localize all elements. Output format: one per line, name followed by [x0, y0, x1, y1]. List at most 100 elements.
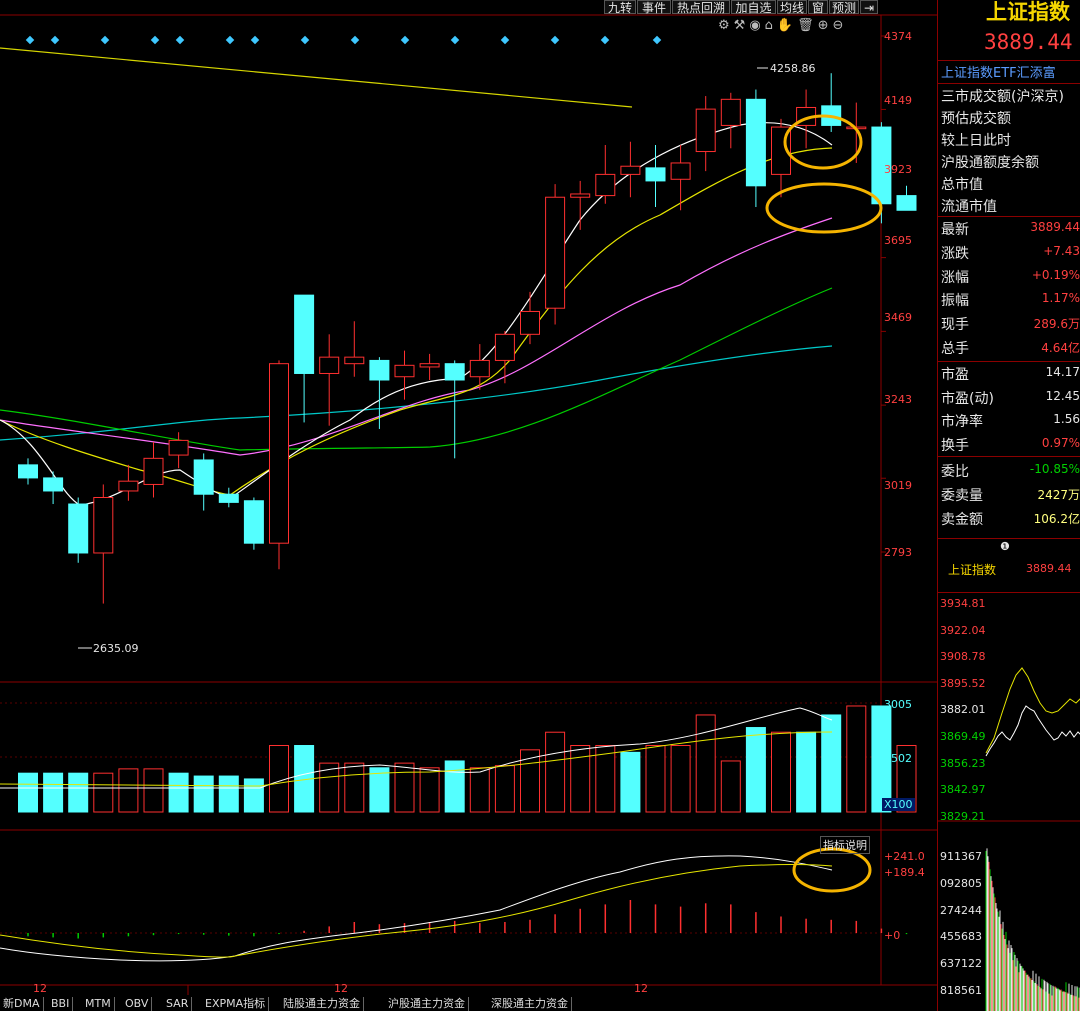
magic-icon[interactable]: ⚒: [734, 18, 750, 33]
trash-icon[interactable]: 🗑: [797, 18, 818, 33]
price-tick: 3469: [884, 311, 912, 324]
info-row: 沪股通额度余额: [941, 155, 1039, 171]
quote-panel: 上证指数 3889.44 上证指数ETF汇添富 三市成交额(沪深京) 预估成交额…: [937, 0, 1080, 1011]
low-annotation: 2635.09: [93, 642, 139, 655]
candle-body: [444, 363, 465, 381]
settings-icon[interactable]: ⚙: [718, 18, 734, 33]
indicator-help-button[interactable]: 指标说明: [820, 836, 870, 854]
volume-bar: [193, 775, 214, 813]
divider: [938, 361, 1080, 362]
volume-bar: [243, 778, 264, 813]
candle-body: [118, 480, 139, 492]
mini-title: 上证指数: [948, 563, 997, 577]
stat-label: 现手: [941, 317, 969, 334]
event-markers[interactable]: [25, 35, 662, 45]
volume-bar: [369, 767, 390, 813]
tab-mtm[interactable]: MTM: [82, 997, 115, 1011]
volume-bar: [18, 772, 38, 813]
divider: [938, 83, 1080, 84]
volume-bar: [68, 772, 89, 813]
candle-body: [695, 108, 716, 153]
time-label: 12: [334, 982, 348, 995]
toolbar-events-button[interactable]: 事件: [637, 0, 671, 15]
stat-row: 换手 0.97%: [941, 435, 1080, 457]
divider: [938, 216, 1080, 217]
intraday-volume-bars: [985, 848, 1080, 1011]
candle-body: [394, 364, 415, 378]
candle-body: [419, 363, 440, 368]
tab-sz-connect-flow[interactable]: 深股通主力资金: [488, 997, 572, 1011]
volume-bar: [796, 731, 817, 813]
candle-body: [168, 439, 189, 456]
candle-body: [896, 195, 917, 211]
toolbar-forecast-button[interactable]: 预测: [829, 0, 859, 15]
candle-body: [745, 98, 766, 187]
price-tick: 3243: [884, 393, 912, 406]
stat-value: 1.17%: [1041, 291, 1080, 306]
stat-value: 2427万: [1037, 487, 1080, 502]
toolbar-add-watchlist-button[interactable]: 加自选: [731, 0, 776, 15]
eye-icon[interactable]: ◉: [749, 18, 764, 33]
volume-bar: [720, 760, 741, 813]
stat-label: 市盈: [941, 366, 969, 383]
chart-canvas[interactable]: 4258.86 2635.09: [0, 0, 937, 1011]
tab-hk-connect-flow[interactable]: 陆股通主力资金: [280, 997, 364, 1011]
stat-value: 14.17: [1045, 364, 1080, 379]
toolbar-hotspot-replay-button[interactable]: 热点回溯: [672, 0, 730, 15]
macd-dea-line: [0, 864, 833, 958]
quote-title: 上证指数: [986, 0, 1070, 24]
candlestick-series: [18, 73, 917, 604]
candle-body: [269, 363, 289, 544]
event-marker-icon: [175, 35, 185, 45]
tab-expma[interactable]: EXPMA指标: [202, 997, 270, 1011]
zoom-out-icon[interactable]: ⊖: [833, 18, 848, 33]
toolbar-jiuzhuan-button[interactable]: 九转: [604, 0, 636, 15]
intraday-tick: 3829.21: [940, 809, 986, 823]
event-marker-icon: [600, 35, 610, 45]
candle-body: [218, 493, 239, 503]
stat-row: 总手 4.64亿: [941, 338, 1080, 360]
chart-tool-icons[interactable]: ⚙⚒◉⌂✋🗑⊕⊖: [718, 18, 847, 33]
lock-icon[interactable]: ⌂: [765, 18, 777, 33]
event-marker-icon: [300, 35, 310, 45]
candle-body: [68, 503, 89, 554]
volume-bar: [821, 714, 842, 813]
stat-value: 3889.44: [1030, 220, 1080, 234]
tab-sh-connect-flow[interactable]: 沪股通主力资金: [385, 997, 469, 1011]
event-marker-icon: [500, 35, 510, 45]
tab-sar[interactable]: SAR: [163, 997, 193, 1011]
macd-histogram: [27, 900, 908, 939]
stat-row: 最新 3889.44: [941, 219, 1080, 241]
toolbar-window-button[interactable]: 窗: [808, 0, 828, 15]
stat-row: 市净率 1.56: [941, 411, 1080, 433]
etf-link[interactable]: 上证指数ETF汇添富: [941, 62, 1056, 81]
hand-icon[interactable]: ✋: [777, 18, 797, 33]
intraday-price-line: [985, 705, 1080, 757]
divider: [938, 456, 1080, 457]
candle-body: [344, 356, 365, 365]
exit-icon[interactable]: ⇥: [860, 0, 878, 15]
tab-dma[interactable]: 新DMA: [0, 997, 44, 1011]
candle-body: [520, 310, 540, 335]
ma30-line: [0, 287, 833, 451]
candle-body: [469, 359, 490, 378]
candle-body: [43, 477, 64, 492]
info-icon[interactable]: ❶: [1000, 540, 1010, 553]
quote-price: 3889.44: [984, 30, 1073, 54]
tab-obv[interactable]: OBV: [122, 997, 153, 1011]
zoom-in-icon[interactable]: ⊕: [818, 18, 833, 33]
volume-bar: [595, 745, 616, 813]
info-row: 预估成交额: [941, 111, 1011, 127]
stat-row: 卖金额 106.2亿: [941, 509, 1080, 531]
ma10-line: [0, 147, 833, 496]
candle-body: [570, 193, 591, 198]
toolbar-ma-button[interactable]: 均线: [777, 0, 807, 15]
stat-value: 4.64亿: [1041, 341, 1080, 355]
stat-row: 市盈(动) 12.45: [941, 388, 1080, 410]
tab-bbi[interactable]: BBI: [48, 997, 74, 1011]
stat-value: +0.19%: [1031, 267, 1080, 282]
stat-row: 涨跌 +7.43: [941, 243, 1080, 265]
volume-bar: [93, 772, 114, 813]
price-tick: 2793: [884, 546, 912, 559]
stat-row: 市盈 14.17: [941, 364, 1080, 386]
